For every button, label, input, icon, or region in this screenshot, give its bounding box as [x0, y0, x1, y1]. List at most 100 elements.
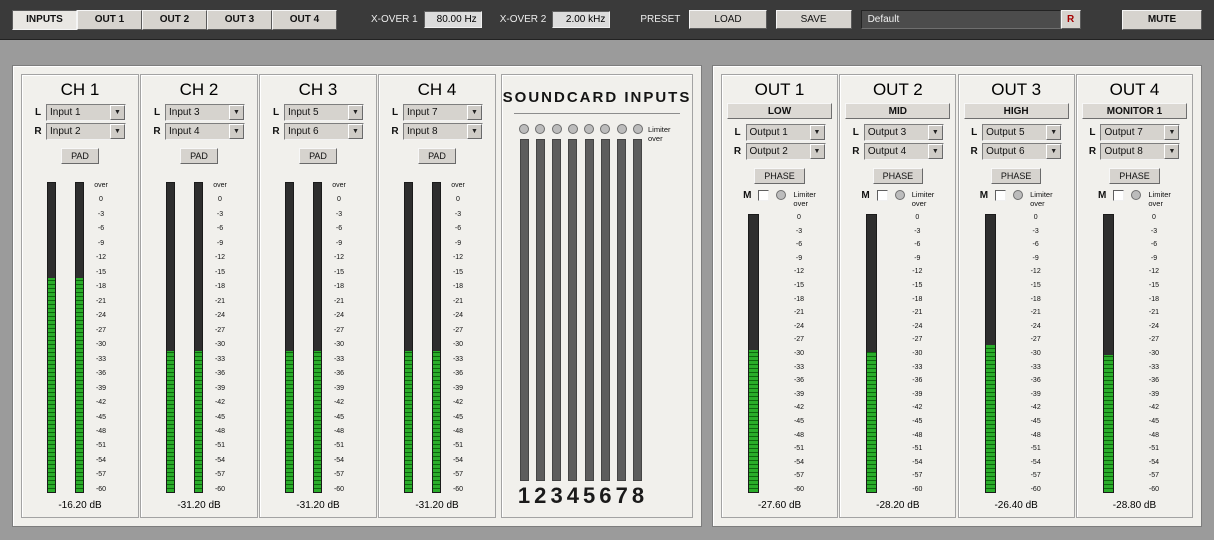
right-input-select[interactable]: Input 6▼ [284, 123, 364, 140]
chevron-down-icon[interactable]: ▼ [810, 144, 825, 159]
tab-out-2[interactable]: OUT 2 [142, 10, 207, 30]
meter-scale-label: -6 [208, 225, 232, 232]
mute-checkbox[interactable] [1113, 190, 1124, 201]
channel-title: CH 1 [61, 80, 100, 100]
right-channel-row: ROutput 4▼ [852, 143, 944, 160]
save-button[interactable]: SAVE [776, 10, 852, 29]
chevron-down-icon[interactable]: ▼ [110, 105, 125, 120]
selected-value: Output 2 [747, 146, 810, 157]
preset-recall-button[interactable]: R [1061, 10, 1081, 29]
meter-scale-label: -54 [787, 459, 811, 466]
meter-scale-label: -21 [905, 309, 929, 316]
phase-button[interactable]: PHASE [873, 168, 924, 184]
meter-scale-label: -45 [327, 414, 351, 421]
selected-value: Output 8 [1101, 146, 1164, 157]
chevron-down-icon[interactable]: ▼ [1046, 125, 1061, 140]
meter-scale-label: -54 [89, 457, 113, 464]
right-output-select[interactable]: Output 8▼ [1100, 143, 1180, 160]
left-output-select[interactable]: Output 7▼ [1100, 124, 1180, 141]
meter-scale-label: -51 [446, 442, 470, 449]
output-level-meter: 0-3-6-9-12-15-18-21-24-27-30-33-36-39-42… [840, 214, 955, 493]
limiter-label-line2: over [1148, 199, 1171, 208]
selected-value: Input 7 [404, 107, 467, 118]
soundcard-led-cell [581, 124, 597, 134]
left-input-select[interactable]: Input 3▼ [165, 104, 245, 121]
right-input-select[interactable]: Input 2▼ [46, 123, 126, 140]
pad-button[interactable]: PAD [418, 148, 456, 164]
soundcard-number-cell: 6 [597, 485, 613, 507]
meter-scale-label: -9 [208, 240, 232, 247]
tab-out-1[interactable]: OUT 1 [77, 10, 142, 30]
chevron-down-icon[interactable]: ▼ [229, 124, 244, 139]
tab-out-4[interactable]: OUT 4 [272, 10, 337, 30]
left-output-select[interactable]: Output 5▼ [982, 124, 1062, 141]
level-readout: -27.60 dB [758, 500, 801, 511]
level-readout: -28.20 dB [876, 500, 919, 511]
right-output-select[interactable]: Output 4▼ [864, 143, 944, 160]
meter-scale-label: -36 [905, 377, 929, 384]
chevron-down-icon[interactable]: ▼ [1164, 144, 1179, 159]
chevron-down-icon[interactable]: ▼ [110, 124, 125, 139]
mute-checkbox[interactable] [758, 190, 769, 201]
chevron-down-icon[interactable]: ▼ [810, 125, 825, 140]
preset-selector[interactable]: Default R [861, 10, 1081, 29]
phase-button[interactable]: PHASE [754, 168, 805, 184]
preset-current-value: Default [861, 10, 1061, 29]
right-input-select[interactable]: Input 4▼ [165, 123, 245, 140]
meter-level-fill [76, 278, 83, 492]
channel-title: CH 3 [299, 80, 338, 100]
load-button[interactable]: LOAD [689, 10, 766, 29]
meter-scale-label: -9 [89, 240, 113, 247]
pad-button[interactable]: PAD [180, 148, 218, 164]
channels-container: CH 1LInput 1▼RInput 2▼PADover0-3-6-9-12-… [21, 74, 496, 518]
meter-scale-label: -51 [1024, 445, 1048, 452]
meter-scale-label: -39 [327, 385, 351, 392]
chevron-down-icon[interactable]: ▼ [348, 124, 363, 139]
left-output-select[interactable]: Output 3▼ [864, 124, 944, 141]
meter-scale-label: -42 [89, 399, 113, 406]
soundcard-number-cell: 5 [581, 485, 597, 507]
mute-button[interactable]: MUTE [1122, 10, 1202, 30]
chevron-down-icon[interactable]: ▼ [348, 105, 363, 120]
limiter-row: MLimiterover [980, 190, 1053, 208]
right-output-select[interactable]: Output 2▼ [746, 143, 826, 160]
chevron-down-icon[interactable]: ▼ [229, 105, 244, 120]
meter-scale-label: -18 [787, 296, 811, 303]
mute-checkbox[interactable] [995, 190, 1006, 201]
phase-button[interactable]: PHASE [991, 168, 1042, 184]
pad-button[interactable]: PAD [299, 148, 337, 164]
left-input-select[interactable]: Input 7▼ [403, 104, 483, 121]
tab-inputs[interactable]: INPUTS [12, 10, 77, 30]
mute-m-label: M [980, 190, 988, 201]
selected-value: Input 4 [166, 126, 229, 137]
meter-scale-label: -6 [446, 225, 470, 232]
phase-button[interactable]: PHASE [1109, 168, 1160, 184]
xover-2-frequency-field[interactable]: 2.00 kHz [552, 11, 610, 28]
divider [514, 113, 680, 114]
meter-level-fill [314, 351, 321, 492]
xover-1-frequency-field[interactable]: 80.00 Hz [424, 11, 482, 28]
chevron-down-icon[interactable]: ▼ [1164, 125, 1179, 140]
chevron-down-icon[interactable]: ▼ [467, 105, 482, 120]
tab-out-3[interactable]: OUT 3 [207, 10, 272, 30]
left-input-select[interactable]: Input 5▼ [284, 104, 364, 121]
chevron-down-icon[interactable]: ▼ [928, 125, 943, 140]
meter-scale-label: -18 [327, 283, 351, 290]
limiter-row: MLimiterover [861, 190, 934, 208]
channel-strip-3: CH 3LInput 5▼RInput 6▼PADover0-3-6-9-12-… [259, 74, 377, 518]
pad-button[interactable]: PAD [61, 148, 99, 164]
soundcard-led-row [514, 124, 648, 134]
chevron-down-icon[interactable]: ▼ [467, 124, 482, 139]
limiter-label-line1: Limiter [1030, 190, 1053, 199]
meter-scale-label: 0 [446, 196, 470, 203]
soundcard-led-cell [630, 124, 646, 134]
left-input-select[interactable]: Input 1▼ [46, 104, 126, 121]
chevron-down-icon[interactable]: ▼ [928, 144, 943, 159]
right-output-select[interactable]: Output 6▼ [982, 143, 1062, 160]
mute-checkbox[interactable] [877, 190, 888, 201]
meter-scale-label: -3 [327, 211, 351, 218]
output-title: OUT 4 [1110, 80, 1160, 100]
right-input-select[interactable]: Input 8▼ [403, 123, 483, 140]
left-output-select[interactable]: Output 1▼ [746, 124, 826, 141]
chevron-down-icon[interactable]: ▼ [1046, 144, 1061, 159]
